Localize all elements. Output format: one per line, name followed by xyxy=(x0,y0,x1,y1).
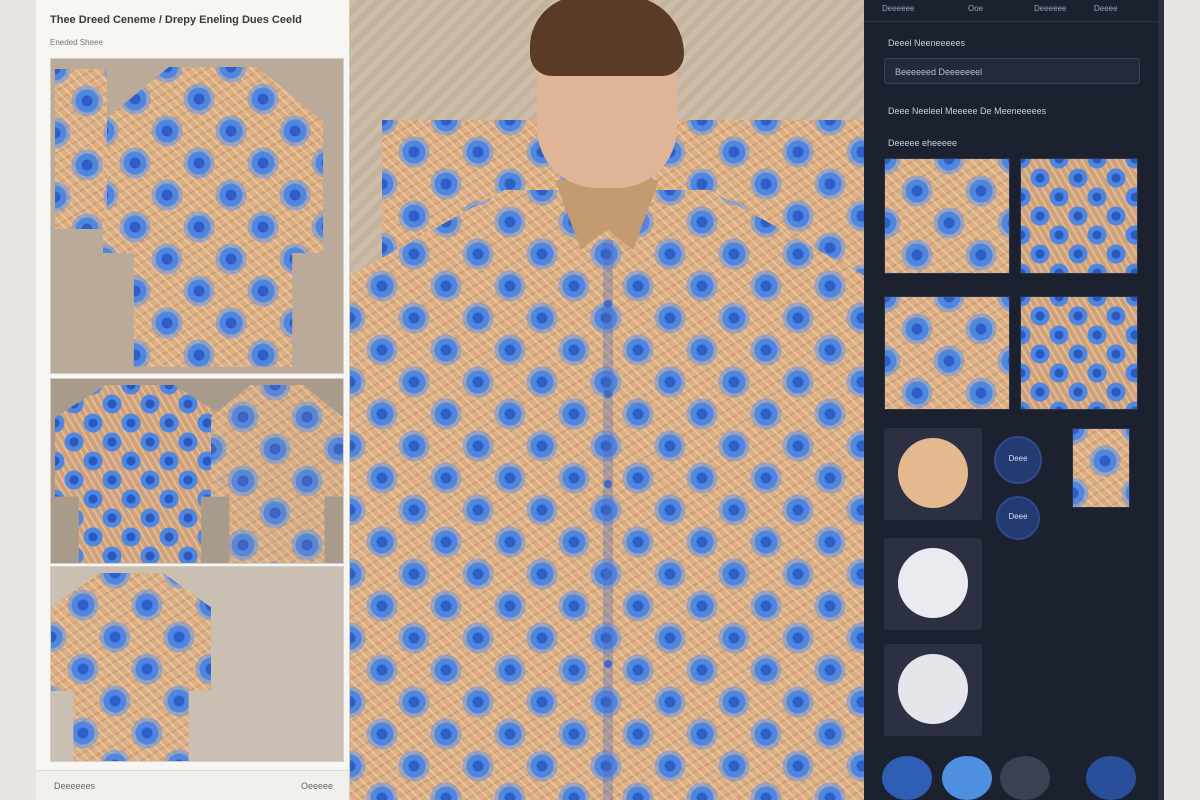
section-label: Deeeee eheeeee xyxy=(888,138,958,148)
pattern-swatch[interactable] xyxy=(884,158,1010,274)
scrollbar[interactable] xyxy=(1158,0,1164,800)
shirt-image xyxy=(211,385,343,563)
hero-preview xyxy=(350,0,864,800)
shirt-placket xyxy=(603,240,613,800)
color-chip[interactable] xyxy=(942,756,992,800)
color-chip[interactable] xyxy=(1000,756,1050,800)
shirt-button xyxy=(604,660,612,668)
shirt-image xyxy=(51,573,211,761)
left-footer: Deeeeees Oeeeee xyxy=(36,770,349,800)
color-dot xyxy=(898,438,968,508)
shirt-button xyxy=(604,570,612,578)
thumbnail-shirt-pattern[interactable] xyxy=(50,566,344,762)
design-name-value: Beeeeeed Deeeeeeel xyxy=(895,67,983,77)
footer-right-link[interactable]: Oeeeee xyxy=(301,781,333,791)
shirt-button xyxy=(604,390,612,398)
color-chip[interactable] xyxy=(882,756,932,800)
top-bar: Deeeeee Ooe Deeeeee Deeee xyxy=(864,0,1164,22)
design-name-field[interactable]: Beeeeeed Deeeeeeel xyxy=(884,58,1140,84)
color-option-button[interactable]: Deee xyxy=(996,496,1040,540)
thumbnail-shirt-duo[interactable] xyxy=(50,378,344,564)
color-dot xyxy=(898,654,968,724)
thumbnail-shirt-flat[interactable] xyxy=(50,58,344,374)
design-title: Thee Dreed Ceneme / Drepy Eneling Dues C… xyxy=(50,14,302,26)
pattern-swatch[interactable] xyxy=(1020,296,1138,410)
right-panel: Deeeeee Ooe Deeeeee Deeee Deeel Neeneeee… xyxy=(864,0,1164,800)
color-chip[interactable] xyxy=(1086,756,1136,800)
top-bar-item[interactable]: Deeee xyxy=(1094,4,1118,13)
shirt-image xyxy=(55,385,225,563)
design-subtitle: Eneded Sheee xyxy=(50,38,103,47)
sleeve-image xyxy=(55,69,107,229)
top-bar-item[interactable]: Ooe xyxy=(968,4,983,13)
top-bar-item[interactable]: Deeeeee xyxy=(882,4,914,13)
color-card-white[interactable] xyxy=(884,538,982,630)
left-panel: Thee Dreed Ceneme / Drepy Eneling Dues C… xyxy=(36,0,350,800)
section-label: Deee Neeleel Meeeee De Meeneeeees xyxy=(888,106,1047,116)
color-card-tan[interactable] xyxy=(884,428,982,520)
shirt-button xyxy=(604,300,612,308)
shirt-button xyxy=(604,480,612,488)
color-option-button[interactable]: Deee xyxy=(994,436,1042,484)
color-option-label: Deee xyxy=(1008,454,1028,463)
color-dot xyxy=(898,548,968,618)
color-card-light[interactable] xyxy=(884,644,982,736)
footer-left-link[interactable]: Deeeeees xyxy=(54,781,95,791)
model-hair xyxy=(530,0,684,76)
pattern-swatch[interactable] xyxy=(884,296,1010,410)
pattern-mini-swatch[interactable] xyxy=(1072,428,1130,508)
shirt-image xyxy=(103,67,323,367)
top-bar-item[interactable]: Deeeeee xyxy=(1034,4,1066,13)
color-option-label: Deee xyxy=(1008,512,1028,521)
pattern-swatch[interactable] xyxy=(1020,158,1138,274)
section-label: Deeel Neeneeeees xyxy=(888,38,966,48)
